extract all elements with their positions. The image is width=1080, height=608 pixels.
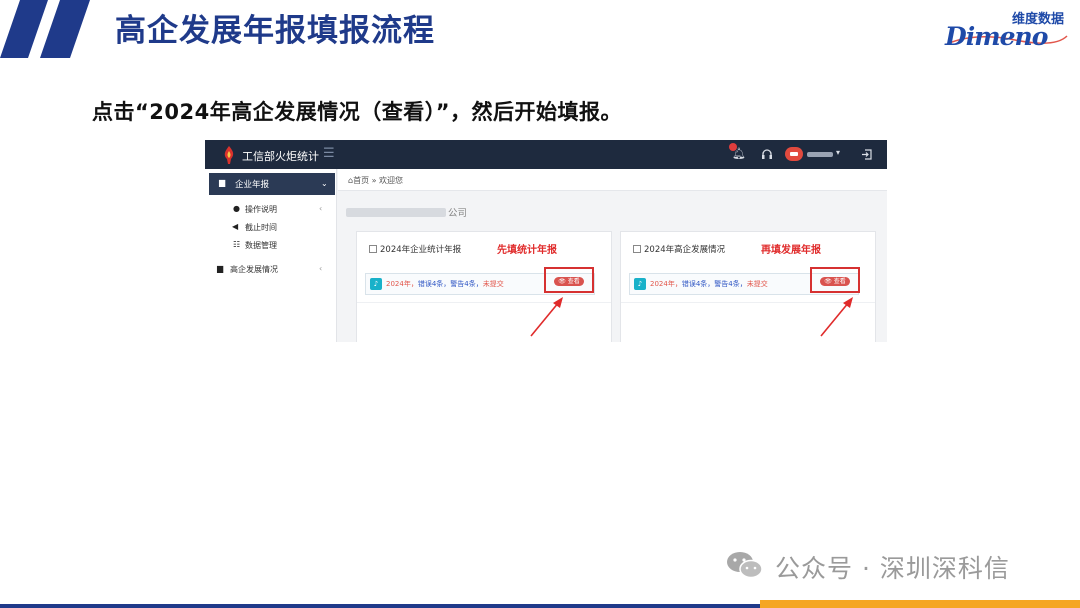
notification-badge	[729, 143, 737, 151]
chevron-left-icon: ‹	[319, 264, 323, 273]
card-title: 2024年企业统计年报	[369, 243, 461, 255]
highlight-box: 👁︎ 查看	[810, 267, 860, 293]
sidebar-item-hightech-development[interactable]: 高企发展情况	[230, 264, 278, 275]
report-status-text: 2024年，错误4条，警告4条，未提交	[650, 280, 768, 288]
footer-bar-orange	[760, 600, 1080, 608]
breadcrumb: ⌂首页 » 欢迎您	[338, 169, 887, 191]
annotation-fill-development-next: 再填发展年报	[761, 245, 821, 256]
logout-icon[interactable]	[861, 149, 872, 160]
chevron-down-icon: ⌄	[321, 179, 328, 188]
question-circle-icon: ●	[233, 204, 240, 213]
user-avatar[interactable]	[785, 147, 803, 161]
bell-icon: ♪	[370, 278, 382, 290]
sidebar-item-deadline[interactable]: 截止时间	[245, 222, 277, 233]
slide-title: 高企发展年报填报流程	[115, 13, 435, 49]
app-sidebar: ▆ 企业年报 ⌄ ● 操作说明 ‹ ◀ 截止时间 ☷ 数据管理 ▆ 高企发展情况…	[205, 169, 337, 342]
report-status-text: 2024年，错误4条，警告4条，未提交	[386, 280, 504, 288]
sidebar-item-label: 企业年报	[235, 180, 270, 190]
header-stripes-decoration	[0, 0, 90, 58]
view-button[interactable]: 👁︎ 查看	[554, 277, 584, 286]
red-arrow-icon	[530, 297, 563, 337]
app-screenshot: 工信部火炬统计 ☰ 🔔︎ ▾ ▆ 企业年报 ⌄ ● 操作说明 ‹ ◀ 截止时间 …	[205, 140, 887, 342]
watermark-text: 公众号 · 深圳深科信	[775, 554, 1010, 583]
sidebar-item-data-management[interactable]: 数据管理	[245, 240, 277, 251]
app-top-nav: 工信部火炬统计 ☰ 🔔︎ ▾	[205, 140, 887, 169]
breadcrumb-text[interactable]: ⌂首页 » 欢迎您	[348, 175, 403, 186]
report-card-statistics: 2024年企业统计年报 先填统计年报 ♪ 2024年，错误4条，警告4条，未提交…	[356, 231, 612, 342]
sidebar-item-instructions[interactable]: 操作说明	[245, 204, 277, 215]
slide-header: 高企发展年报填报流程 维度数据 Dimeno	[0, 0, 1080, 58]
chevron-left-icon: ‹	[319, 204, 323, 213]
megaphone-icon: ◀	[232, 222, 239, 231]
logo-en-text: Dimeno	[945, 22, 1048, 51]
bell-icon: ♪	[634, 278, 646, 290]
headset-icon[interactable]	[761, 148, 773, 160]
wechat-icon	[727, 552, 763, 579]
card-title: 2024年高企发展情况	[633, 243, 725, 255]
footer-bar-blue	[0, 604, 760, 608]
report-status-row: ♪ 2024年，错误4条，警告4条，未提交 👁︎ 查看	[629, 267, 860, 295]
folder-icon: ▆	[219, 178, 226, 187]
user-name-redacted[interactable]	[807, 152, 833, 157]
instruction-text: 点击“2024年高企发展情况（查看）”，然后开始填报。	[92, 100, 623, 124]
view-button[interactable]: 👁︎ 查看	[820, 277, 850, 286]
company-suffix: 公司	[448, 208, 468, 219]
chevron-down-icon[interactable]: ▾	[836, 148, 840, 157]
folder-icon: ▆	[217, 264, 224, 273]
hamburger-icon[interactable]: ☰	[323, 146, 335, 161]
app-name: 工信部火炬统计	[242, 150, 319, 163]
calendar-icon	[633, 245, 641, 253]
annotation-fill-statistics-first: 先填统计年报	[497, 245, 557, 256]
highlight-box: 👁︎ 查看	[544, 267, 594, 293]
calendar-icon	[369, 245, 377, 253]
torch-logo-icon	[224, 146, 234, 164]
sidebar-item-enterprise-report[interactable]: ▆ 企业年报 ⌄	[209, 173, 335, 195]
red-arrow-icon	[820, 297, 853, 337]
brand-logo: 维度数据 Dimeno	[945, 10, 1070, 51]
list-icon: ☷	[233, 240, 241, 249]
report-card-hightech-development: 2024年高企发展情况 再填发展年报 ♪ 2024年，错误4条，警告4条，未提交…	[620, 231, 876, 342]
app-main-content: ⌂首页 » 欢迎您 公司 2024年企业统计年报 先填统计年报 ♪ 2024年，…	[338, 169, 887, 342]
company-name-redacted	[346, 208, 446, 217]
report-status-row: ♪ 2024年，错误4条，警告4条，未提交 👁︎ 查看	[365, 267, 595, 295]
card-divider	[357, 302, 611, 303]
